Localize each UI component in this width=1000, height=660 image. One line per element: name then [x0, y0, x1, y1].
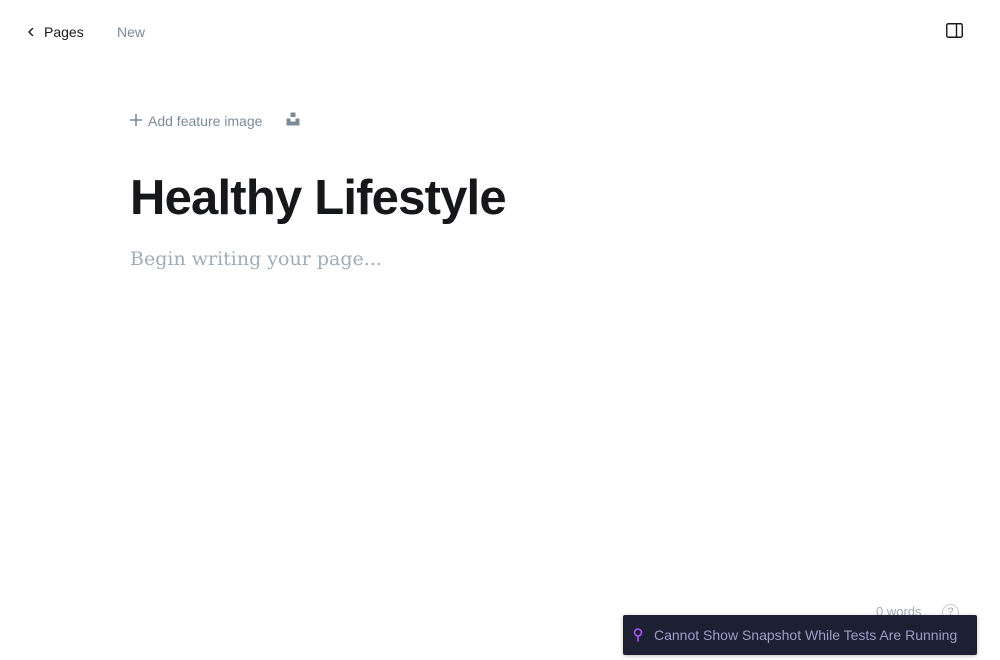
sidebar-toggle-button[interactable]: [944, 23, 964, 43]
add-feature-image-label: Add feature image: [148, 113, 263, 129]
plus-icon: [129, 113, 143, 129]
toast-message: Cannot Show Snapshot While Tests Are Run…: [654, 627, 958, 643]
pin-icon: [633, 628, 645, 642]
back-to-pages-link[interactable]: Pages: [26, 22, 84, 42]
page-editor: Pages New Add feature image Healthy Life…: [0, 0, 1000, 660]
editor-header: Pages New: [0, 0, 1000, 64]
unsplash-button[interactable]: [285, 112, 301, 131]
back-label: Pages: [44, 24, 84, 40]
chevron-left-icon: [26, 24, 36, 40]
post-status: New: [117, 24, 146, 40]
add-feature-image-button[interactable]: Add feature image: [129, 113, 263, 129]
editor-area: Add feature image Healthy Lifestyle Begi…: [129, 108, 870, 272]
unsplash-icon: [286, 112, 300, 131]
feature-image-row: Add feature image: [129, 108, 870, 134]
body-editor[interactable]: Begin writing your page...: [130, 246, 870, 272]
page-title[interactable]: Healthy Lifestyle: [130, 170, 870, 226]
sidebar-toggle-icon: [945, 23, 963, 43]
snapshot-toast: Cannot Show Snapshot While Tests Are Run…: [623, 615, 977, 655]
